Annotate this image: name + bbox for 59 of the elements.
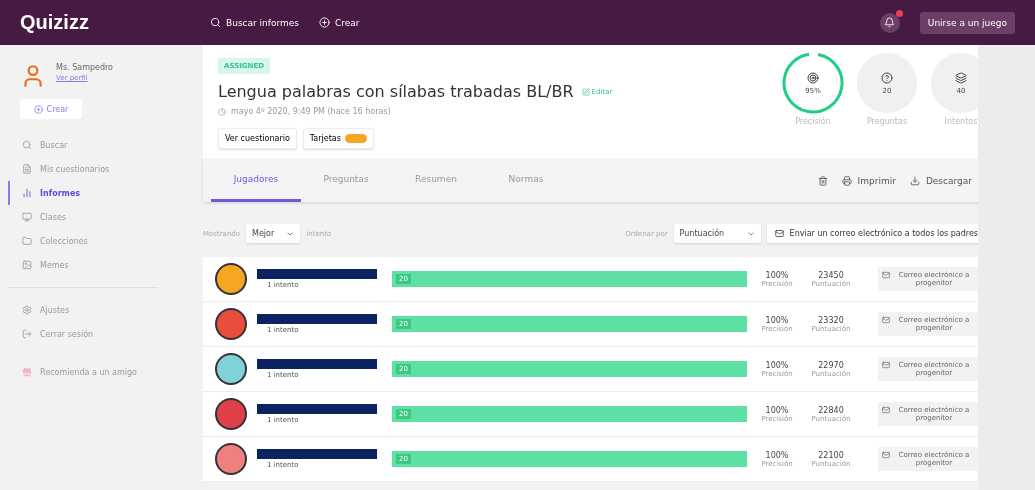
question-icon [881,71,893,84]
mail-icon [882,316,890,324]
join-game-button[interactable]: Unirse a un juego [919,11,1015,34]
stat-label: Precisión [795,117,831,126]
search-icon [210,17,221,28]
report-title: Lengua palabras con sílabas trabadas BL/BR [218,82,574,101]
score-value: 22840 [818,405,844,415]
plus-icon [33,104,43,114]
settings-icon [22,305,32,315]
plus-icon [319,17,330,28]
search-icon [22,140,32,150]
nav-link[interactable]: Crear [319,17,360,28]
printer-icon [841,175,852,186]
header-button[interactable]: Tarjetas [302,128,374,149]
attempt-select[interactable]: Mejor [246,224,301,243]
stat-label: Preguntas [866,117,908,126]
score-value: 22970 [818,360,844,370]
layers-icon [955,71,967,84]
logo[interactable]: Quizizz [20,11,190,34]
target-icon [807,71,819,84]
gift-icon [22,367,32,377]
score-value: 23450 [818,270,844,280]
create-button[interactable]: Crear [20,99,82,119]
logout-icon [22,329,32,339]
monitor-icon [22,212,32,222]
toolbar-action[interactable]: Descargar [909,159,972,202]
accuracy-value: 100% [765,405,789,415]
report-date: mayo 4º 2020, 9:49 PM (hace 16 horas) [231,107,391,116]
accuracy-value: 100% [765,360,789,370]
download-icon [909,175,920,186]
image-icon [22,260,32,270]
sort-select[interactable]: Puntuación [673,224,761,243]
stat-label: Intentos [944,117,978,126]
notification-button[interactable] [879,12,900,33]
accuracy-value: 100% [765,270,789,280]
edit-icon [581,87,590,96]
toolbar-action[interactable]: Imprimir [841,159,896,202]
bar-chart-icon [22,188,32,198]
score-value: 22100 [818,450,844,460]
sidebar-item[interactable]: Informes [8,181,198,205]
tab[interactable]: Jugadores [211,159,301,202]
accuracy-value: 100% [765,450,789,460]
mail-icon [882,451,890,459]
mail-icon [882,406,890,414]
mail-icon [774,229,784,238]
folder-icon [22,236,32,246]
email-all-button[interactable]: Enviar un correo electrónico a todos los padres [766,224,978,243]
accuracy-value: 100% [765,315,789,325]
mail-icon [882,271,890,279]
tag-badge [344,134,367,143]
clock-icon [218,107,226,116]
trash-icon [817,175,828,186]
document-icon [22,164,32,174]
header-button[interactable]: Ver cuestionario [218,128,297,149]
nav-link[interactable]: Buscar informes [210,17,299,28]
score-value: 23320 [818,315,844,325]
user-name: Ms. Sampedro [56,63,113,72]
mail-icon [882,361,890,369]
bell-icon [884,17,896,28]
